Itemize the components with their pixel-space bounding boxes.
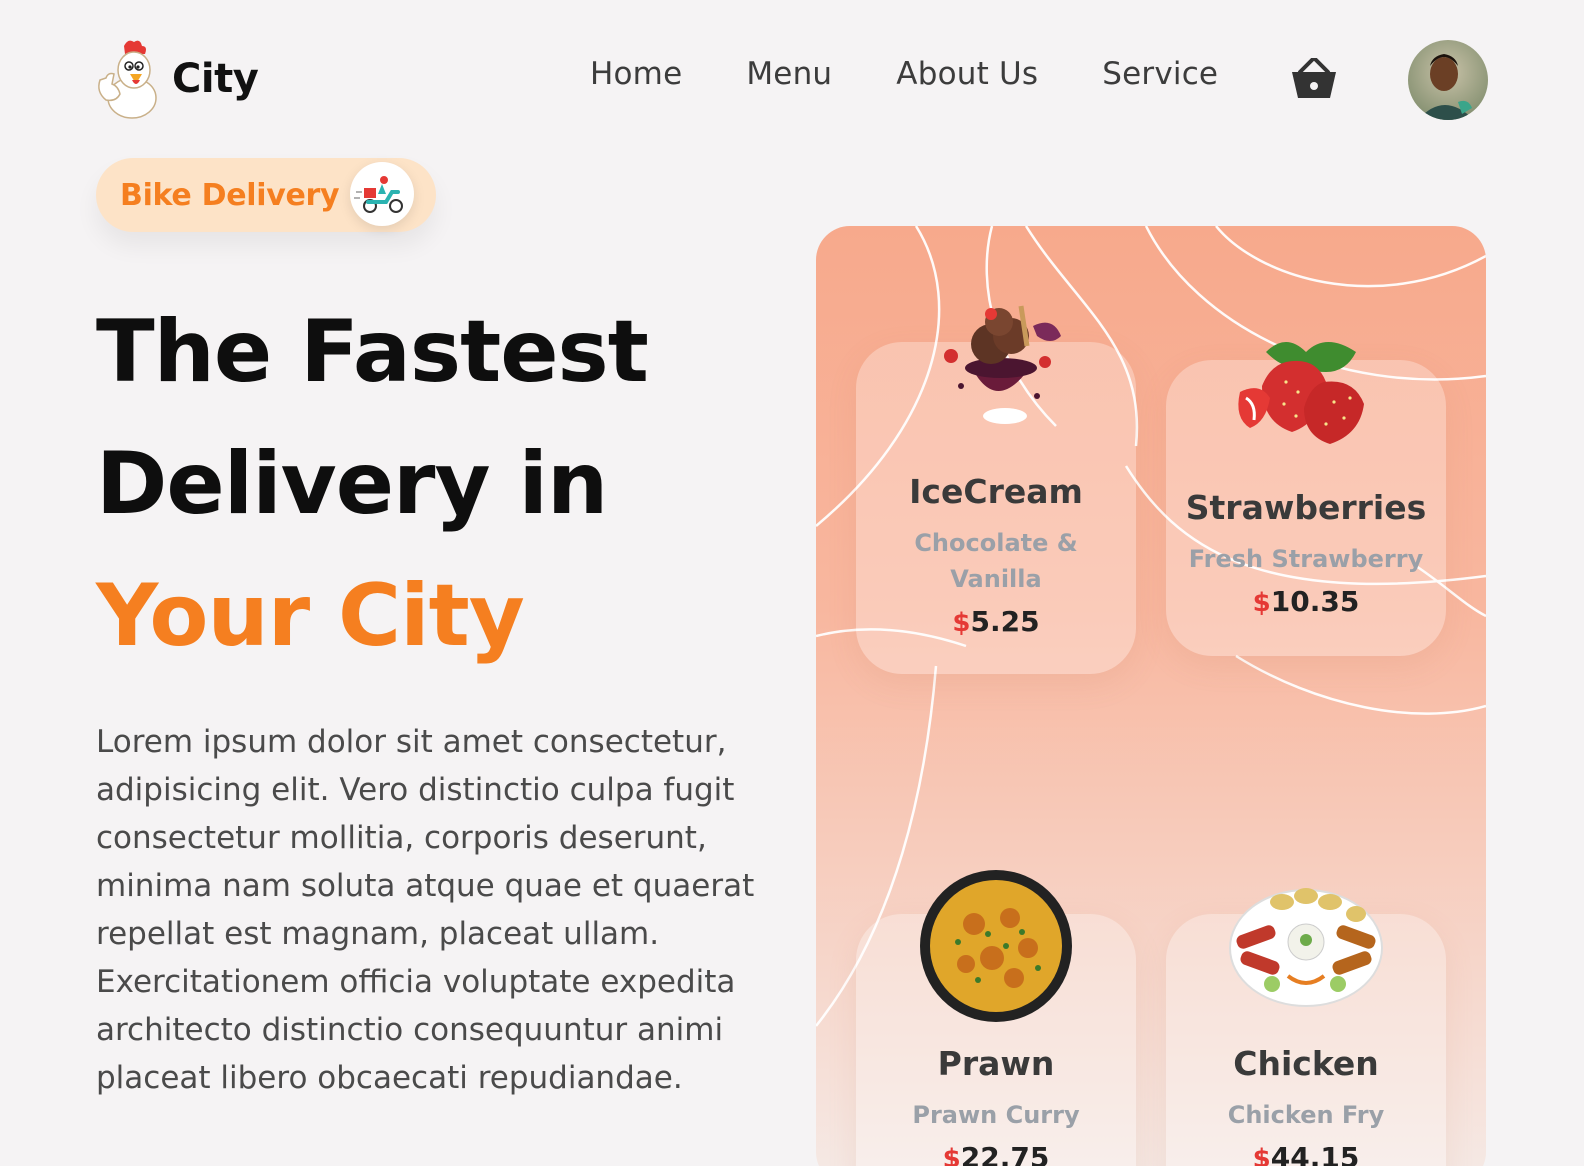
prawn-curry-image — [918, 868, 1074, 1024]
icecream-image — [921, 296, 1071, 436]
badge-label: Bike Delivery — [120, 177, 340, 213]
product-description: Chocolate & Vanilla — [914, 529, 1078, 593]
hero-line-1: The Fastest — [96, 302, 649, 402]
product-price: $44.15 — [1166, 1141, 1446, 1166]
currency-symbol: $ — [1252, 588, 1271, 618]
currency-symbol: $ — [1252, 1144, 1271, 1166]
user-avatar[interactable] — [1408, 40, 1488, 120]
brand-name: City — [172, 56, 259, 102]
price-value: 44.15 — [1270, 1141, 1360, 1166]
product-price: $22.75 — [856, 1141, 1136, 1166]
nav-home-link[interactable]: Home — [590, 56, 682, 92]
product-card-chicken[interactable]: Chicken Chicken Fry $44.15 — [1166, 888, 1446, 1166]
scooter-icon — [350, 162, 414, 226]
chicken-fry-image — [1226, 880, 1386, 1010]
product-price: $5.25 — [856, 605, 1136, 638]
hero-heading: The Fastest Delivery in Your City — [96, 286, 649, 682]
cart-icon[interactable] — [1290, 56, 1338, 100]
product-card-strawberries[interactable]: Strawberries Fresh Strawberry $10.35 — [1166, 342, 1446, 656]
price-value: 10.35 — [1270, 585, 1360, 618]
product-description: Fresh Strawberry — [1188, 545, 1424, 573]
currency-symbol: $ — [942, 1144, 961, 1166]
hero-line-2: Delivery in — [96, 434, 608, 534]
product-name: Strawberries — [1185, 488, 1427, 527]
product-card-prawn[interactable]: Prawn Prawn Curry $22.75 — [856, 870, 1136, 1166]
nav-service-link[interactable]: Service — [1102, 56, 1218, 92]
product-name: IceCream — [909, 472, 1083, 511]
main-nav: Home Menu About Us Service — [590, 56, 1218, 92]
chicken-mascot-logo-icon — [94, 38, 160, 120]
strawberries-image — [1226, 332, 1386, 452]
brand-logo[interactable]: City — [94, 38, 259, 120]
price-value: 22.75 — [960, 1141, 1050, 1166]
hero-line-3: Your City — [96, 566, 525, 666]
product-description: Chicken Fry — [1227, 1101, 1385, 1129]
hero-description: Lorem ipsum dolor sit amet consectetur, … — [96, 724, 755, 1096]
currency-symbol: $ — [952, 608, 971, 638]
page: City Home Menu About Us Service Bike Del… — [0, 0, 1584, 1166]
nav-menu-link[interactable]: Menu — [746, 56, 832, 92]
product-price: $10.35 — [1166, 585, 1446, 618]
featured-products-panel: IceCream Chocolate & Vanilla $5.25 Straw… — [816, 226, 1486, 1166]
product-description: Prawn Curry — [912, 1101, 1080, 1129]
product-name: Prawn — [937, 1044, 1055, 1083]
product-card-icecream[interactable]: IceCream Chocolate & Vanilla $5.25 — [856, 305, 1136, 674]
price-value: 5.25 — [970, 605, 1040, 638]
bike-delivery-badge: Bike Delivery — [96, 158, 436, 232]
nav-about-link[interactable]: About Us — [896, 56, 1038, 92]
product-name: Chicken — [1233, 1044, 1379, 1083]
